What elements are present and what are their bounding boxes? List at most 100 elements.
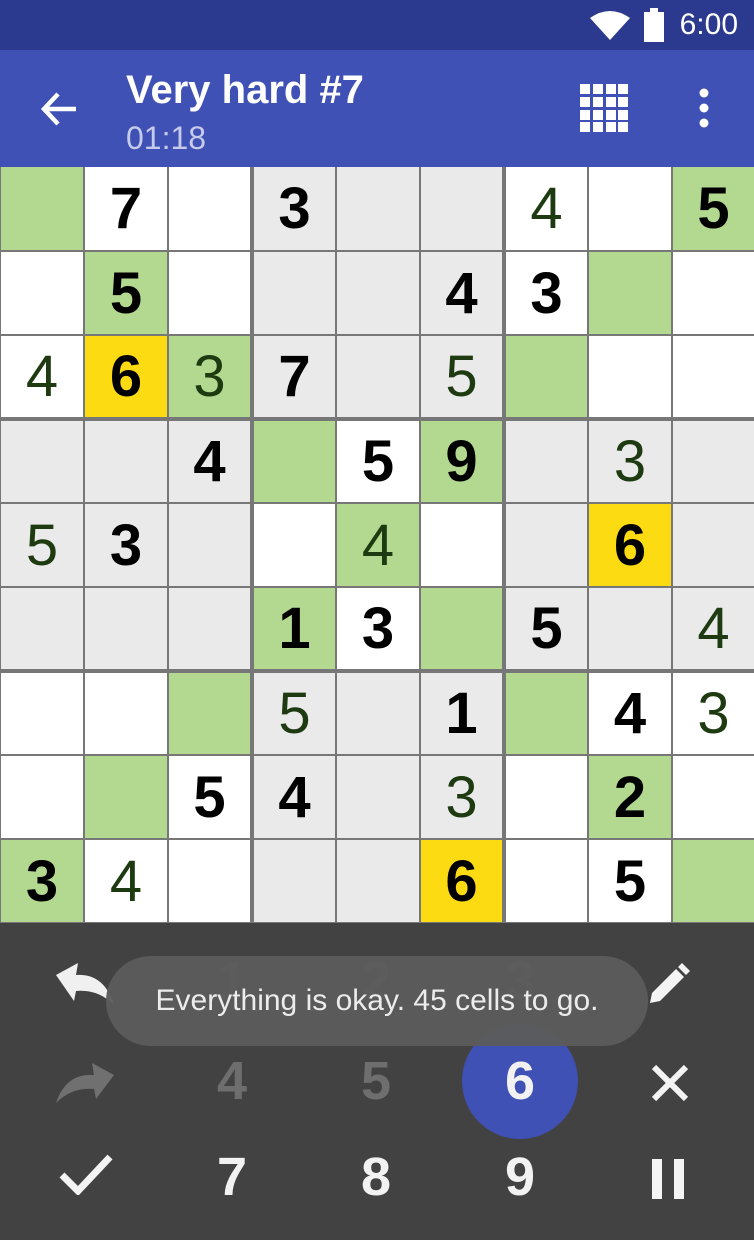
sudoku-cell[interactable] <box>1 756 83 838</box>
sudoku-cell[interactable] <box>673 252 754 334</box>
sudoku-cell[interactable]: 3 <box>169 336 250 417</box>
elapsed-timer: 01:18 <box>126 120 207 156</box>
sudoku-cell[interactable] <box>589 588 671 669</box>
sudoku-cell[interactable]: 7 <box>254 336 335 417</box>
sudoku-cell[interactable]: 3 <box>337 588 419 669</box>
sudoku-cell[interactable] <box>169 673 250 754</box>
back-arrow-icon[interactable] <box>36 86 82 132</box>
sudoku-cell[interactable] <box>337 336 419 417</box>
sudoku-cell[interactable]: 4 <box>337 504 419 586</box>
sudoku-cell[interactable]: 5 <box>589 840 671 922</box>
sudoku-cell[interactable] <box>421 167 502 250</box>
sudoku-cell[interactable] <box>337 167 419 250</box>
sudoku-cell[interactable]: 3 <box>1 840 83 922</box>
sudoku-cell[interactable] <box>169 252 250 334</box>
sudoku-cell[interactable] <box>85 421 167 502</box>
sudoku-cell[interactable]: 5 <box>337 421 419 502</box>
sudoku-cell[interactable]: 6 <box>421 840 502 922</box>
sudoku-cell[interactable] <box>506 756 587 838</box>
sudoku-cell[interactable] <box>673 504 754 586</box>
sudoku-cell[interactable] <box>169 504 250 586</box>
sudoku-cell[interactable] <box>169 840 250 922</box>
sudoku-cell[interactable]: 3 <box>85 504 167 586</box>
sudoku-cell[interactable] <box>673 756 754 838</box>
app-bar: Very hard #7 01:18 <box>0 50 754 167</box>
sudoku-cell[interactable] <box>589 336 671 417</box>
sudoku-cell[interactable]: 5 <box>1 504 83 586</box>
check-icon[interactable] <box>58 1151 114 1195</box>
sudoku-cell[interactable]: 4 <box>85 840 167 922</box>
sudoku-cell[interactable] <box>337 840 419 922</box>
sudoku-cell[interactable]: 6 <box>589 504 671 586</box>
sudoku-cell[interactable]: 2 <box>589 756 671 838</box>
sudoku-cell[interactable] <box>673 336 754 417</box>
sudoku-cell[interactable] <box>506 421 587 502</box>
sudoku-cell[interactable] <box>169 588 250 669</box>
sudoku-cell[interactable] <box>673 840 754 922</box>
sudoku-cell[interactable]: 3 <box>421 756 502 838</box>
sudoku-cell[interactable]: 4 <box>169 421 250 502</box>
sudoku-cell[interactable] <box>589 167 671 250</box>
redo-icon[interactable] <box>52 1063 118 1103</box>
sudoku-cell[interactable] <box>421 504 502 586</box>
sudoku-cell[interactable] <box>506 673 587 754</box>
sudoku-cell[interactable]: 7 <box>85 167 167 250</box>
sudoku-cell[interactable]: 4 <box>673 588 754 669</box>
sudoku-cell[interactable]: 1 <box>421 673 502 754</box>
sudoku-cell[interactable] <box>506 336 587 417</box>
sudoku-cell[interactable] <box>506 504 587 586</box>
sudoku-cell[interactable] <box>254 252 335 334</box>
sudoku-cell[interactable]: 5 <box>506 588 587 669</box>
number-key-5[interactable]: 5 <box>321 1031 431 1131</box>
sudoku-cell[interactable]: 3 <box>673 673 754 754</box>
sudoku-cell[interactable] <box>1 588 83 669</box>
sudoku-cell[interactable]: 4 <box>506 167 587 250</box>
sudoku-cell[interactable] <box>254 504 335 586</box>
sudoku-cell[interactable]: 6 <box>85 336 167 417</box>
sudoku-board: 734554346375459353461354514354323465 <box>0 167 754 923</box>
status-time: 6:00 <box>679 8 738 41</box>
sudoku-cell[interactable] <box>85 673 167 754</box>
sudoku-cell[interactable]: 1 <box>254 588 335 669</box>
sudoku-cell[interactable] <box>673 421 754 502</box>
pause-icon[interactable] <box>652 1159 686 1199</box>
wifi-icon <box>590 11 630 40</box>
sudoku-cell[interactable]: 3 <box>506 252 587 334</box>
sudoku-cell[interactable]: 9 <box>421 421 502 502</box>
more-options-icon[interactable] <box>696 88 712 128</box>
sudoku-cell[interactable] <box>337 252 419 334</box>
sudoku-cell[interactable]: 5 <box>421 336 502 417</box>
number-key-4[interactable]: 4 <box>177 1031 287 1131</box>
number-key-8[interactable]: 8 <box>321 1127 431 1227</box>
sudoku-cell[interactable]: 5 <box>169 756 250 838</box>
sudoku-cell[interactable]: 4 <box>1 336 83 417</box>
number-key-7[interactable]: 7 <box>177 1127 287 1227</box>
sudoku-cell[interactable] <box>254 421 335 502</box>
sudoku-cell[interactable] <box>337 756 419 838</box>
sudoku-cell[interactable]: 5 <box>673 167 754 250</box>
sudoku-cell[interactable]: 4 <box>421 252 502 334</box>
number-key-9[interactable]: 9 <box>465 1127 575 1227</box>
sudoku-cell[interactable] <box>1 673 83 754</box>
pencil-icon[interactable] <box>646 963 690 1007</box>
sudoku-cell[interactable] <box>1 252 83 334</box>
sudoku-cell[interactable] <box>506 840 587 922</box>
clear-icon[interactable] <box>650 1063 690 1103</box>
sudoku-cell[interactable]: 5 <box>254 673 335 754</box>
sudoku-cell[interactable] <box>421 588 502 669</box>
sudoku-cell[interactable] <box>1 167 83 250</box>
sudoku-cell[interactable] <box>169 167 250 250</box>
sudoku-cell[interactable]: 4 <box>589 673 671 754</box>
sudoku-cell[interactable] <box>589 252 671 334</box>
sudoku-cell[interactable]: 3 <box>589 421 671 502</box>
sudoku-cell[interactable] <box>254 840 335 922</box>
sudoku-cell[interactable] <box>85 588 167 669</box>
sudoku-cell[interactable]: 3 <box>254 167 335 250</box>
sudoku-cell[interactable]: 5 <box>85 252 167 334</box>
sudoku-cell[interactable] <box>337 673 419 754</box>
sudoku-cell[interactable] <box>1 421 83 502</box>
sudoku-cell[interactable] <box>85 756 167 838</box>
battery-icon <box>644 8 664 42</box>
sudoku-cell[interactable]: 4 <box>254 756 335 838</box>
grid-icon[interactable] <box>580 84 628 132</box>
